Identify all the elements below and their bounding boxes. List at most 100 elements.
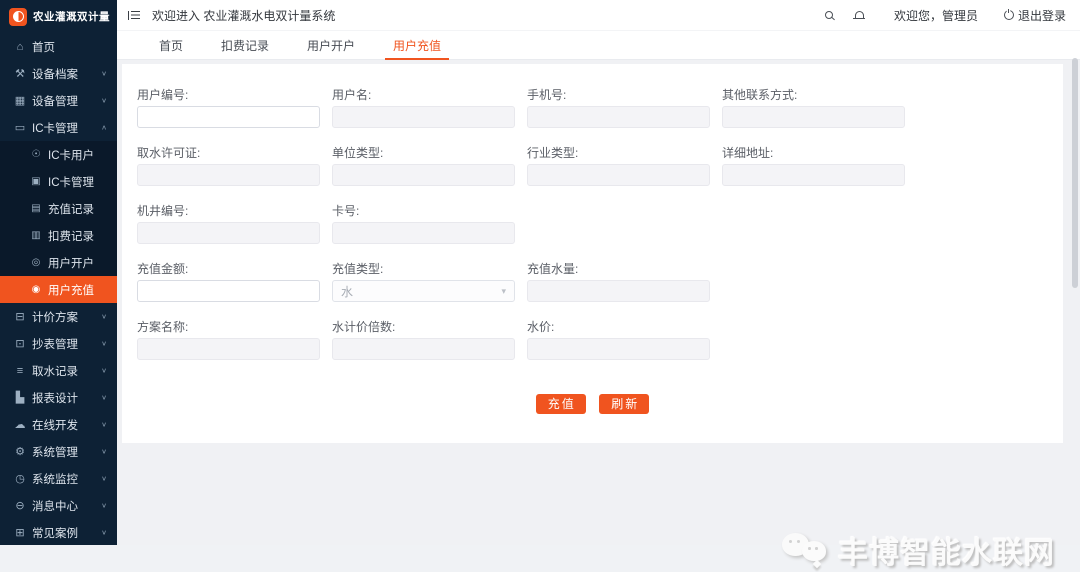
submenu-item-ic-card-user[interactable]: ☉ IC卡用户 [0,141,117,168]
user-number-input[interactable] [137,106,320,128]
chevron-down-icon: ∨ [101,394,107,402]
monitor-icon: ◷ [13,472,27,485]
chevron-down-icon: ∨ [101,529,107,537]
submenu-item-ic-card-manage[interactable]: ▣ IC卡管理 [0,168,117,195]
select-value: 水 [341,283,353,300]
app-title: 农业灌溉双计量 [33,9,110,24]
sidebar-item-device-manage[interactable]: ▦ 设备管理 ∨ [0,87,117,114]
recharge-amount-input[interactable] [137,280,320,302]
sidebar-item-label: 常见案例 [32,525,78,541]
water-permit-input [137,164,320,186]
sidebar-item-device-archive[interactable]: ⚒ 设备档案 ∨ [0,60,117,87]
sidebar-item-report-design[interactable]: ▙ 报表设计 ∨ [0,384,117,411]
recharge-form-card: 用户编号: 用户名: 手机号: 其他联系方式: 取水许可证: 单位类型: 行业类… [122,64,1063,443]
field-label: 用户名: [332,86,515,98]
recharge-water-volume-input [527,280,710,302]
gear-icon: ⚙ [13,445,27,458]
other-contact-input [722,106,905,128]
submenu-item-label: IC卡用户 [48,147,94,163]
sidebar-item-meter-reading[interactable]: ⊡ 抄表管理 ∨ [0,330,117,357]
chevron-down-icon: ∨ [101,367,107,375]
deduct-record-icon: ▥ [29,230,43,241]
water-price-multiplier-input [332,338,515,360]
tab-deduct-record[interactable]: 扣费记录 [202,31,288,59]
sidebar-item-label: 系统监控 [32,471,78,487]
sidebar-item-label: 首页 [32,39,55,55]
collapse-sidebar-icon[interactable] [128,11,141,20]
submenu-item-deduct-record[interactable]: ▥ 扣费记录 [0,222,117,249]
field-label: 行业类型: [527,144,710,156]
field-label: 方案名称: [137,318,320,330]
recharge-type-select[interactable]: 水 ▾ [332,280,515,302]
message-icon: ⊖ [13,499,27,512]
field-label: 水计价倍数: [332,318,515,330]
plan-name-input [137,338,320,360]
device-archive-icon: ⚒ [13,67,27,80]
home-icon: ⌂ [13,41,27,53]
submenu-item-recharge-record[interactable]: ▤ 充值记录 [0,195,117,222]
tab-user-recharge[interactable]: 用户充值 [374,31,460,59]
sidebar-item-water-record[interactable]: ≡ 取水记录 ∨ [0,357,117,384]
refresh-button[interactable]: 刷新 [599,394,649,414]
submenu-item-label: 用户充值 [48,282,94,298]
sidebar-item-common-cases[interactable]: ⊞ 常见案例 ∨ [0,519,117,546]
wechat-icon [782,531,828,569]
submenu-item-user-open-account[interactable]: ◎ 用户开户 [0,249,117,276]
brand-watermark: 丰博智能水联网 [782,528,1055,572]
industry-type-input [527,164,710,186]
cloud-icon: ☁ [13,418,27,431]
user-open-icon: ◎ [29,257,43,268]
chevron-down-icon: ▾ [501,286,506,297]
sidebar-item-label: 计价方案 [32,309,78,325]
address-input [722,164,905,186]
tab-home[interactable]: 首页 [140,31,202,59]
card-manage-icon: ▣ [29,176,43,187]
tab-user-open-account[interactable]: 用户开户 [288,31,374,59]
user-name-input [332,106,515,128]
chevron-down-icon: ∨ [101,70,107,78]
sidebar-item-label: 取水记录 [32,363,78,379]
sidebar-menu: ⌂ 首页 ⚒ 设备档案 ∨ ▦ 设备管理 ∨ ▭ IC卡管理 ∧ ☉ IC卡用户… [0,33,117,546]
submenu-item-user-recharge[interactable]: ◉ 用户充值 [0,276,117,303]
search-icon[interactable] [825,11,833,19]
phone-input [527,106,710,128]
top-header: 欢迎进入 农业灌溉水电双计量系统 欢迎您，管理员 退出登录 [117,0,1080,30]
logout-button[interactable]: 退出登录 [1004,7,1066,24]
sidebar-item-ic-card-manage[interactable]: ▭ IC卡管理 ∧ [0,114,117,141]
sidebar-item-message-center[interactable]: ⊖ 消息中心 ∨ [0,492,117,519]
vertical-scrollbar-thumb[interactable] [1072,58,1078,288]
submenu-item-label: IC卡管理 [48,174,94,190]
logout-icon [1004,10,1014,20]
chevron-up-icon: ∧ [101,124,107,132]
bell-icon[interactable] [855,11,864,19]
tab-bar: 首页 扣费记录 用户开户 用户充值 [117,30,1080,60]
field-label: 充值类型: [332,260,515,272]
field-label: 卡号: [332,202,515,214]
main-area: 欢迎进入 农业灌溉水电双计量系统 欢迎您，管理员 退出登录 首页 扣费记录 用户… [117,0,1080,545]
sidebar-item-system-monitor[interactable]: ◷ 系统监控 ∨ [0,465,117,492]
sidebar-item-online-dev[interactable]: ☁ 在线开发 ∨ [0,411,117,438]
sidebar-item-system-manage[interactable]: ⚙ 系统管理 ∨ [0,438,117,465]
watermark-text: 丰博智能水联网 [838,528,1055,572]
water-record-icon: ≡ [13,365,27,377]
water-price-input [527,338,710,360]
logo-icon [9,8,27,26]
field-label: 手机号: [527,86,710,98]
field-label: 其他联系方式: [722,86,905,98]
logout-label: 退出登录 [1018,7,1066,24]
sidebar-item-label: 系统管理 [32,444,78,460]
submenu-item-label: 扣费记录 [48,228,94,244]
sidebar: 农业灌溉双计量 ⌂ 首页 ⚒ 设备档案 ∨ ▦ 设备管理 ∨ ▭ IC卡管理 ∧… [0,0,117,545]
submenu-item-label: 用户开户 [48,255,94,271]
field-label: 机井编号: [137,202,320,214]
sidebar-item-label: 消息中心 [32,498,78,514]
sidebar-item-home[interactable]: ⌂ 首页 [0,33,117,60]
chevron-down-icon: ∨ [101,340,107,348]
sidebar-item-pricing-plan[interactable]: ⊟ 计价方案 ∨ [0,303,117,330]
recharge-button[interactable]: 充值 [536,394,586,414]
sidebar-item-label: 报表设计 [32,390,78,406]
chevron-down-icon: ∨ [101,97,107,105]
sidebar-item-label: 在线开发 [32,417,78,433]
welcome-text: 欢迎进入 农业灌溉水电双计量系统 [152,7,335,24]
meter-reading-icon: ⊡ [13,337,27,350]
